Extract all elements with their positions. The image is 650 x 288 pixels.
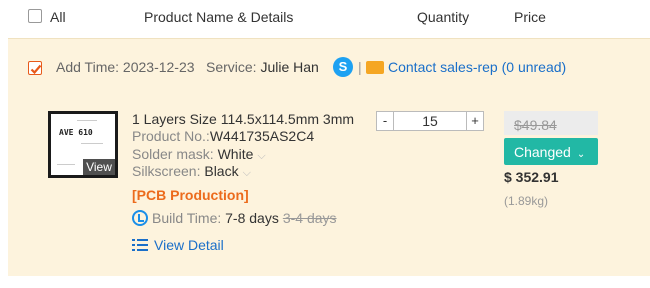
- product-column-header: Product Name & Details: [144, 9, 294, 25]
- quantity-input[interactable]: [394, 111, 466, 131]
- chevron-down-icon: ⌵: [242, 167, 251, 179]
- production-tag: [PCB Production]: [132, 187, 249, 203]
- quantity-decrement-button[interactable]: -: [376, 111, 394, 131]
- original-price: $49.84: [504, 111, 598, 135]
- view-detail-link[interactable]: View Detail: [132, 237, 224, 253]
- silkscreen-option[interactable]: Silkscreen: Black ⌵: [132, 163, 251, 180]
- contact-sales-rep-link[interactable]: Contact sales-rep (0 unread): [388, 59, 566, 75]
- price-changed-button[interactable]: Changed ⌄: [504, 138, 598, 165]
- service-rep: Service: Julie Han: [206, 59, 319, 75]
- view-image-button[interactable]: View: [83, 159, 115, 175]
- chevron-down-icon: ⌵: [257, 150, 266, 162]
- separator: |: [358, 59, 362, 75]
- product-number: Product No.:W441735AS2C4: [132, 128, 315, 144]
- select-all-checkbox[interactable]: [28, 9, 42, 23]
- select-all-label: All: [50, 9, 66, 25]
- solder-mask-option[interactable]: Solder mask: White ⌵: [132, 146, 266, 163]
- product-thumbnail[interactable]: AVE 610 View: [48, 111, 118, 178]
- thumbnail-title: AVE 610: [59, 128, 93, 137]
- price-column-header: Price: [514, 9, 546, 25]
- cart-header: All Product Name & Details Quantity Pric…: [0, 0, 650, 34]
- item-checkbox[interactable]: [28, 61, 42, 75]
- check-icon: [30, 64, 42, 75]
- cart-item-card: Add Time: 2023-12-23 Service: Julie Han …: [8, 38, 650, 276]
- item-weight: (1.89kg): [504, 194, 549, 208]
- chevron-down-icon: ⌄: [576, 149, 586, 160]
- product-name: 1 Layers Size 114.5x114.5mm 3mm: [132, 111, 355, 127]
- quantity-increment-button[interactable]: +: [466, 111, 484, 131]
- build-time: Build Time: 7-8 days 3-4 days: [132, 210, 337, 226]
- quantity-column-header: Quantity: [417, 9, 470, 25]
- list-icon: [132, 239, 148, 251]
- mail-icon[interactable]: [366, 61, 384, 74]
- skype-icon[interactable]: S: [333, 57, 353, 77]
- current-price: $ 352.91: [504, 169, 559, 185]
- quantity-stepper: - +: [376, 111, 484, 131]
- clock-icon: [132, 210, 148, 226]
- add-time: Add Time: 2023-12-23: [56, 59, 195, 75]
